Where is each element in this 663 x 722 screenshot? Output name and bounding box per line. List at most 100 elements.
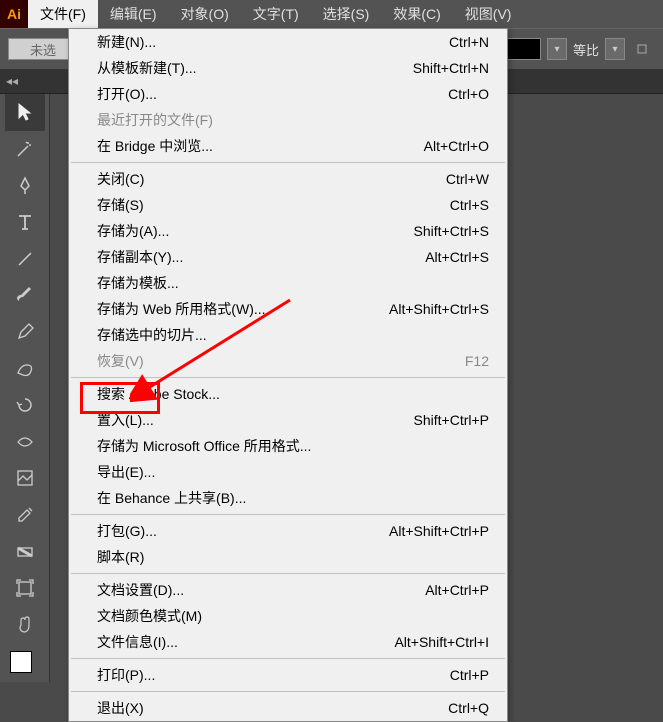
menu-item-label: 存储为 Web 所用格式(W)... — [97, 299, 266, 319]
pencil-tool[interactable] — [5, 314, 45, 351]
menu-item-shortcut: Shift+Ctrl+P — [414, 412, 489, 428]
menu-type[interactable]: 文字(T) — [241, 0, 311, 28]
file-menu-item: 恢复(V) F12 — [69, 348, 507, 374]
menu-item-label: 打包(G)... — [97, 521, 157, 541]
menu-item-label: 置入(L)... — [97, 410, 154, 430]
stroke-dropdown[interactable]: ▾ — [547, 38, 567, 60]
file-menu-item[interactable]: 脚本(R) — [69, 544, 507, 570]
file-menu-item[interactable]: 搜索 Adobe Stock... — [69, 381, 507, 407]
file-menu-item[interactable]: 关闭(C) Ctrl+W — [69, 166, 507, 192]
menu-item-shortcut: Ctrl+W — [446, 171, 489, 187]
menu-separator — [71, 573, 505, 574]
file-menu-item[interactable]: 打开(O)...Ctrl+O — [69, 81, 507, 107]
menu-item-shortcut: Alt+Shift+Ctrl+I — [394, 634, 489, 650]
foreground-swatch[interactable] — [10, 651, 32, 673]
menu-item-shortcut: Alt+Ctrl+O — [424, 138, 489, 154]
file-menu-item[interactable]: 存储(S) Ctrl+S — [69, 192, 507, 218]
menu-item-label: 脚本(R) — [97, 547, 144, 567]
menu-file[interactable]: 文件(F) — [28, 0, 98, 28]
fill-stroke-swatch[interactable] — [8, 649, 42, 682]
menu-item-label: 在 Bridge 中浏览... — [97, 136, 213, 156]
file-menu-item[interactable]: 存储为模板... — [69, 270, 507, 296]
menu-separator — [71, 377, 505, 378]
menu-edit[interactable]: 编辑(E) — [98, 0, 169, 28]
app-menu-bar: Ai 文件(F) 编辑(E) 对象(O) 文字(T) 选择(S) 效果(C) 视… — [0, 0, 663, 28]
menu-item-label: 存储为 Microsoft Office 所用格式... — [97, 436, 311, 456]
file-menu-item[interactable]: 文档设置(D)...Alt+Ctrl+P — [69, 577, 507, 603]
file-menu-item[interactable]: 存储选中的切片... — [69, 322, 507, 348]
type-tool[interactable] — [5, 204, 45, 241]
menu-separator — [71, 658, 505, 659]
artboard-tool[interactable] — [5, 570, 45, 607]
file-menu-popup: 新建(N)...Ctrl+N从模板新建(T)...Shift+Ctrl+N打开(… — [68, 28, 508, 722]
menu-item-shortcut: Shift+Ctrl+N — [413, 60, 489, 76]
menu-item-label: 在 Behance 上共享(B)... — [97, 488, 246, 508]
menu-separator — [71, 162, 505, 163]
menu-item-label: 存储选中的切片... — [97, 325, 207, 345]
menu-item-label: 退出(X) — [97, 698, 144, 718]
file-menu-item[interactable]: 存储副本(Y)... Alt+Ctrl+S — [69, 244, 507, 270]
toolbox — [0, 94, 50, 682]
file-menu-item[interactable]: 置入(L)... Shift+Ctrl+P — [69, 407, 507, 433]
menu-item-label: 关闭(C) — [97, 169, 144, 189]
file-menu-item[interactable]: 导出(E)... — [69, 459, 507, 485]
file-menu-item[interactable]: 在 Behance 上共享(B)... — [69, 485, 507, 511]
menu-item-shortcut: Ctrl+N — [449, 34, 489, 50]
pen-tool[interactable] — [5, 167, 45, 204]
menu-item-label: 恢复(V) — [97, 351, 144, 371]
ratio-dropdown[interactable]: ▾ — [605, 38, 625, 60]
menu-bar: 文件(F) 编辑(E) 对象(O) 文字(T) 选择(S) 效果(C) 视图(V… — [28, 0, 523, 28]
eyedropper-tool[interactable] — [5, 497, 45, 534]
menu-item-label: 导出(E)... — [97, 462, 155, 482]
app-logo-icon: Ai — [0, 0, 28, 28]
blob-brush-tool[interactable] — [5, 350, 45, 387]
menu-item-shortcut: Shift+Ctrl+S — [414, 223, 489, 239]
file-menu-item[interactable]: 打包(G)... Alt+Shift+Ctrl+P — [69, 518, 507, 544]
menu-item-label: 新建(N)... — [97, 32, 156, 52]
link-icon[interactable] — [631, 38, 653, 60]
file-menu-item[interactable]: 退出(X) Ctrl+Q — [69, 695, 507, 721]
file-menu-item[interactable]: 文件信息(I)... Alt+Shift+Ctrl+I — [69, 629, 507, 655]
menu-select[interactable]: 选择(S) — [311, 0, 382, 28]
file-menu-item[interactable]: 从模板新建(T)...Shift+Ctrl+N — [69, 55, 507, 81]
ratio-label: 等比 — [573, 40, 599, 59]
width-tool[interactable] — [5, 423, 45, 460]
menu-item-shortcut: Ctrl+Q — [448, 700, 489, 716]
menu-item-label: 最近打开的文件(F) — [97, 110, 213, 130]
image-trace-tool[interactable] — [5, 460, 45, 497]
menu-view[interactable]: 视图(V) — [453, 0, 524, 28]
menu-item-shortcut: Alt+Ctrl+S — [425, 249, 489, 265]
menu-separator — [71, 691, 505, 692]
menu-item-label: 打开(O)... — [97, 84, 157, 104]
menu-item-label: 文件信息(I)... — [97, 632, 178, 652]
file-menu-item: 最近打开的文件(F) — [69, 107, 507, 133]
menu-item-label: 存储副本(Y)... — [97, 247, 183, 267]
collapse-icon[interactable]: ◂◂ — [6, 74, 18, 88]
paintbrush-tool[interactable] — [5, 277, 45, 314]
file-menu-item[interactable]: 文档颜色模式(M) — [69, 603, 507, 629]
menu-item-label: 存储(S) — [97, 195, 144, 215]
file-menu-item[interactable]: 在 Bridge 中浏览... Alt+Ctrl+O — [69, 133, 507, 159]
menu-separator — [71, 514, 505, 515]
file-menu-item[interactable]: 新建(N)... Ctrl+N — [69, 29, 507, 55]
file-menu-item[interactable]: 存储为 Web 所用格式(W)... Alt+Shift+Ctrl+S — [69, 296, 507, 322]
menu-item-label: 打印(P)... — [97, 665, 155, 685]
line-segment-tool[interactable] — [5, 240, 45, 277]
file-menu-item[interactable]: 存储为(A)... Shift+Ctrl+S — [69, 218, 507, 244]
file-menu-item[interactable]: 打印(P)...Ctrl+P — [69, 662, 507, 688]
menu-item-label: 搜索 Adobe Stock... — [97, 384, 220, 404]
menu-item-shortcut: Alt+Shift+Ctrl+S — [389, 301, 489, 317]
menu-item-shortcut: F12 — [465, 353, 489, 369]
menu-item-label: 存储为模板... — [97, 273, 179, 293]
menu-item-shortcut: Alt+Shift+Ctrl+P — [389, 523, 489, 539]
hand-tool[interactable] — [5, 607, 45, 644]
menu-item-shortcut: Ctrl+S — [450, 197, 489, 213]
rotate-tool[interactable] — [5, 387, 45, 424]
menu-object[interactable]: 对象(O) — [169, 0, 241, 28]
gradient-tool[interactable] — [5, 533, 45, 570]
selection-tool[interactable] — [5, 94, 45, 131]
file-menu-item[interactable]: 存储为 Microsoft Office 所用格式... — [69, 433, 507, 459]
menu-item-label: 存储为(A)... — [97, 221, 169, 241]
magic-wand-tool[interactable] — [5, 131, 45, 168]
menu-effect[interactable]: 效果(C) — [381, 0, 452, 28]
